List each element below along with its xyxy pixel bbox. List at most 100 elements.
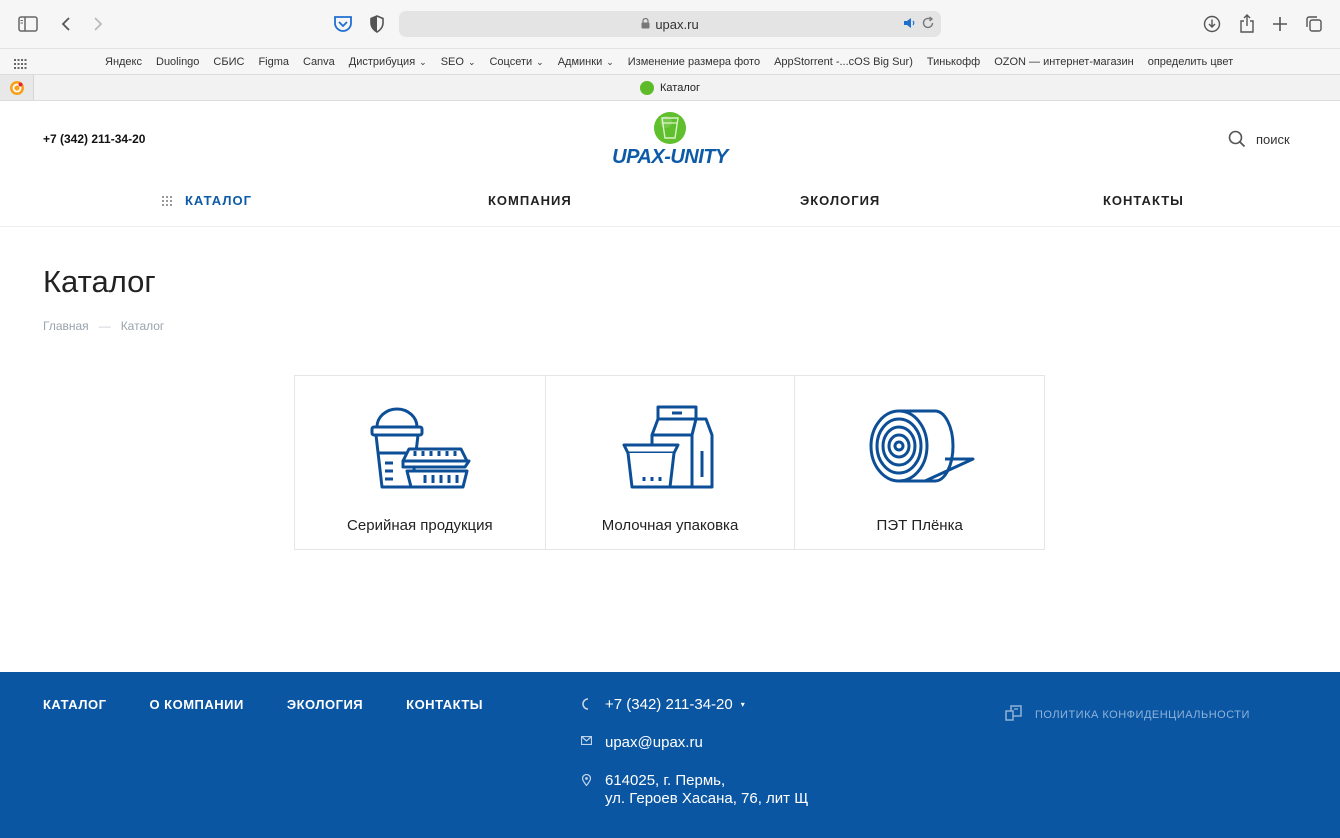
bookmark-item[interactable]: SEO ⌄ — [434, 56, 483, 68]
tab-overview-icon[interactable] — [1302, 12, 1326, 36]
chevron-down-icon: ⌄ — [536, 56, 544, 67]
nav-contacts-label: КОНТАКТЫ — [1103, 193, 1184, 208]
bookmark-label: Яндекс — [105, 56, 142, 68]
breadcrumb-home[interactable]: Главная — [43, 319, 89, 333]
phone-dropdown-icon[interactable]: ▾ — [741, 700, 745, 709]
footer-address-row: 614025, г. Пермь, ул. Героев Хасана, 76,… — [578, 772, 808, 808]
bookmark-label: Тинькофф — [926, 56, 981, 68]
downloads-icon[interactable] — [1200, 12, 1224, 36]
category-label: Серийная продукция — [347, 517, 493, 534]
footer-email[interactable]: upax@upax.ru — [605, 734, 703, 751]
active-tab[interactable]: Каталог — [0, 75, 1340, 100]
bookmarks-list: Яндекс Duolingo СБИС Figma Canva Дистрибуция ⌄… — [98, 49, 1240, 75]
film-roll-icon — [869, 409, 975, 483]
category-card-dairy[interactable]: Молочная упаковка — [544, 376, 795, 549]
search-icon — [1228, 130, 1246, 148]
main-nav: КАТАЛОГ КОМПАНИЯ ЭКОЛОГИЯ КОНТАКТЫ — [0, 186, 1340, 226]
back-icon[interactable] — [54, 12, 78, 36]
bookmark-label: Дистрибуция — [348, 56, 416, 68]
category-grid: Серийная продукция Молочная упаковка ПЭТ… — [294, 375, 1045, 550]
nav-contacts[interactable]: КОНТАКТЫ — [1103, 193, 1184, 208]
nav-company-label: КОМПАНИЯ — [488, 193, 572, 208]
nav-ecology[interactable]: ЭКОЛОГИЯ — [800, 193, 880, 208]
category-card-pet-film[interactable]: ПЭТ Плёнка — [794, 376, 1044, 549]
nav-company[interactable]: КОМПАНИЯ — [488, 193, 572, 208]
tab-title: Каталог — [660, 81, 700, 94]
breadcrumb-current: Каталог — [120, 319, 165, 333]
nav-catalog[interactable]: КАТАЛОГ — [162, 193, 252, 208]
bookmark-item[interactable]: Figma — [251, 56, 296, 68]
breadcrumb: Главная — Каталог — [43, 319, 164, 333]
footer-nav-catalog[interactable]: КАТАЛОГ — [43, 697, 106, 712]
footer-phone-row: +7 (342) 211-34-20 ▾ — [578, 696, 745, 713]
address-line-2: ул. Героев Хасана, 76, лит Щ — [605, 790, 809, 807]
apps-grid-icon[interactable] — [14, 56, 27, 74]
breadcrumb-separator: — — [98, 319, 111, 333]
bookmark-item[interactable]: Duolingo — [149, 56, 206, 68]
footer-nav-contacts[interactable]: КОНТАКТЫ — [406, 697, 483, 712]
bookmark-item[interactable]: Соцсети ⌄ — [482, 56, 550, 68]
pocket-icon[interactable] — [331, 12, 355, 36]
bookmark-item[interactable]: Дистрибуция ⌄ — [342, 56, 434, 68]
privacy-policy-link[interactable]: ПОЛИТИКА КОНФИДЕНЦИАЛЬНОСТИ — [1005, 705, 1250, 724]
address-text: upax.ru — [655, 16, 699, 32]
forward-icon[interactable] — [86, 12, 110, 36]
catalog-grid-icon — [162, 195, 172, 206]
bookmark-item[interactable]: Тинькофф — [920, 56, 987, 68]
bookmark-item[interactable]: СБИС — [206, 56, 251, 68]
bookmark-item[interactable]: Яндекс — [98, 56, 149, 68]
document-icon — [1005, 705, 1023, 724]
audio-playing-icon[interactable] — [903, 16, 917, 33]
phone-icon — [578, 698, 594, 710]
footer-nav-company[interactable]: О КОМПАНИИ — [149, 697, 243, 712]
footer-address: 614025, г. Пермь, ул. Героев Хасана, 76,… — [605, 772, 808, 808]
category-card-serial[interactable]: Серийная продукция — [295, 376, 545, 549]
privacy-shield-icon[interactable] — [365, 12, 389, 36]
footer-nav-ecology[interactable]: ЭКОЛОГИЯ — [287, 697, 363, 712]
milk-carton-icon — [622, 405, 714, 489]
bookmark-label: Админки — [557, 56, 603, 68]
address-line-1: 614025, г. Пермь, — [605, 772, 726, 789]
bookmark-item[interactable]: Админки ⌄ — [551, 56, 621, 68]
address-bar[interactable]: upax.ru — [399, 11, 941, 37]
chevron-down-icon: ⌄ — [419, 56, 427, 67]
pinned-tab-icon — [9, 80, 24, 95]
reload-icon[interactable] — [921, 16, 935, 33]
bookmark-label: Canva — [303, 56, 335, 68]
nav-catalog-label: КАТАЛОГ — [185, 193, 252, 208]
site-footer: КАТАЛОГ О КОМПАНИИ ЭКОЛОГИЯ КОНТАКТЫ +7 … — [0, 672, 1340, 838]
bookmark-label: Изменение размера фото — [627, 56, 761, 68]
footer-phone[interactable]: +7 (342) 211-34-20 — [605, 696, 733, 713]
site-logo[interactable]: UPAX-UNITY — [600, 112, 740, 172]
new-tab-icon[interactable] — [1268, 12, 1292, 36]
bookmark-item[interactable]: Изменение размера фото — [621, 56, 767, 68]
browser-toolbar: upax.ru — [0, 0, 1340, 48]
tab-favicon — [640, 80, 654, 95]
pinned-tab[interactable] — [0, 75, 34, 100]
bookmark-label: Duolingo — [156, 56, 200, 68]
category-label: Молочная упаковка — [601, 517, 739, 534]
bookmark-label: Figma — [258, 56, 289, 68]
bookmark-label: OZON — интернет-магазин — [994, 56, 1134, 68]
bookmark-item[interactable]: определить цвет — [1141, 56, 1240, 68]
sidebar-toggle-icon[interactable] — [16, 12, 40, 36]
chevron-down-icon: ⌄ — [467, 56, 476, 67]
logo-globe-icon — [654, 112, 686, 144]
location-pin-icon — [578, 774, 594, 786]
bookmark-item[interactable]: AppStorrent -...cOS Big Sur) — [767, 56, 920, 68]
bookmark-label: СБИС — [213, 56, 245, 68]
footer-nav: КАТАЛОГ О КОМПАНИИ ЭКОЛОГИЯ КОНТАКТЫ — [43, 697, 526, 712]
bookmark-label: AppStorrent -...cOS Big Sur) — [774, 56, 913, 68]
share-icon[interactable] — [1235, 12, 1259, 36]
bookmark-item[interactable]: OZON — интернет-магазин — [987, 56, 1141, 68]
header-phone[interactable]: +7 (342) 211-34-20 — [43, 132, 145, 146]
logo-text: UPAX-UNITY — [612, 146, 728, 168]
nav-divider — [0, 226, 1340, 227]
privacy-policy-label: ПОЛИТИКА КОНФИДЕНЦИАЛЬНОСТИ — [1035, 708, 1250, 721]
disposable-containers-icon — [370, 407, 471, 489]
search-button[interactable]: поиск — [1228, 130, 1290, 148]
bookmark-item[interactable]: Canva — [296, 56, 342, 68]
footer-email-row: upax@upax.ru — [578, 734, 703, 751]
bookmark-label: SEO — [440, 56, 464, 68]
nav-ecology-label: ЭКОЛОГИЯ — [800, 193, 881, 208]
